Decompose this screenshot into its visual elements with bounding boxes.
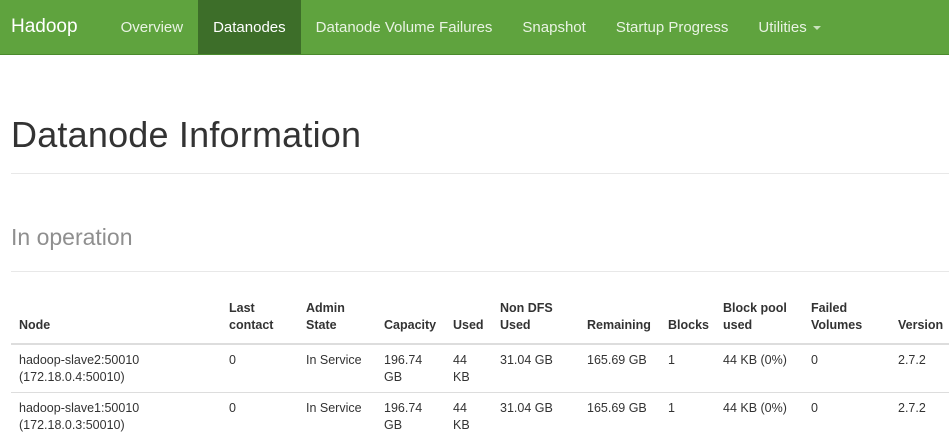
cell-version: 2.7.2 (898, 353, 926, 367)
col-header-non-dfs-used[interactable]: Non DFS Used (492, 296, 579, 345)
cell-remaining: 165.69 GB (587, 353, 647, 367)
col-header-remaining[interactable]: Remaining (579, 296, 660, 345)
nav-overview[interactable]: Overview (106, 0, 199, 54)
cell-version: 2.7.2 (890, 392, 949, 440)
cell-last-contact: 0 (229, 353, 236, 367)
col-header-node[interactable]: Node (11, 296, 221, 345)
cell-capacity: 196.74 GB (384, 353, 423, 384)
cell-capacity: 196.74 GB (376, 392, 445, 440)
top-navbar: Hadoop Overview Datanodes Datanode Volum… (0, 0, 949, 55)
cell-admin-state: In Service (298, 392, 376, 440)
cell-non-dfs-used: 31.04 GB (492, 392, 579, 440)
cell-failed-volumes: 0 (803, 392, 890, 440)
title-divider (11, 173, 949, 174)
brand-link[interactable]: Hadoop (0, 0, 106, 54)
col-header-version[interactable]: Version (890, 296, 949, 345)
cell-admin-state: In Service (306, 353, 362, 367)
cell-used: 44 KB (445, 392, 492, 440)
node-name: hadoop-slave2:50010 (19, 353, 140, 367)
col-header-admin-state[interactable]: Admin State (298, 296, 376, 345)
col-header-last-contact[interactable]: Last contact (221, 296, 298, 345)
datanode-table: Node Last contact Admin State Capacity U… (11, 296, 949, 440)
section-divider (11, 271, 949, 272)
nav-utilities-label: Utilities (758, 18, 807, 36)
col-header-used[interactable]: Used (445, 296, 492, 345)
table-row: hadoop-slave2:50010 (172.18.0.4:50010) 0… (11, 344, 949, 393)
page-title: Datanode Information (11, 114, 362, 155)
table-header-row: Node Last contact Admin State Capacity U… (11, 296, 949, 345)
node-address: (172.18.0.3:50010) (19, 418, 125, 432)
cell-node: hadoop-slave2:50010 (172.18.0.4:50010) (11, 344, 221, 393)
cell-remaining: 165.69 GB (579, 392, 660, 440)
cell-failed-volumes: 0 (811, 353, 818, 367)
node-name: hadoop-slave1:50010 (19, 401, 140, 415)
section-title-in-operation: In operation (11, 224, 133, 250)
col-header-blocks[interactable]: Blocks (660, 296, 715, 345)
caret-down-icon (812, 26, 821, 30)
cell-last-contact: 0 (221, 392, 298, 440)
node-address: (172.18.0.4:50010) (19, 370, 125, 384)
col-header-capacity[interactable]: Capacity (376, 296, 445, 345)
col-header-failed-volumes[interactable]: Failed Volumes (803, 296, 890, 345)
nav-snapshot[interactable]: Snapshot (507, 0, 600, 54)
nav-datanodes[interactable]: Datanodes (198, 0, 301, 54)
cell-block-pool-used: 44 KB (0%) (723, 353, 787, 367)
cell-used: 44 KB (453, 353, 470, 384)
col-header-block-pool-used[interactable]: Block pool used (715, 296, 803, 345)
nav-utilities-dropdown[interactable]: Utilities (743, 0, 835, 54)
cell-block-pool-used: 44 KB (0%) (715, 392, 803, 440)
nav-startup-progress[interactable]: Startup Progress (601, 0, 744, 54)
nav-datanode-volume-failures[interactable]: Datanode Volume Failures (301, 0, 508, 54)
table-row: hadoop-slave1:50010 (172.18.0.3:50010) 0… (11, 392, 949, 440)
cell-non-dfs-used: 31.04 GB (500, 353, 553, 367)
cell-node: hadoop-slave1:50010 (172.18.0.3:50010) (11, 392, 221, 440)
cell-blocks: 1 (668, 353, 675, 367)
cell-blocks: 1 (660, 392, 715, 440)
